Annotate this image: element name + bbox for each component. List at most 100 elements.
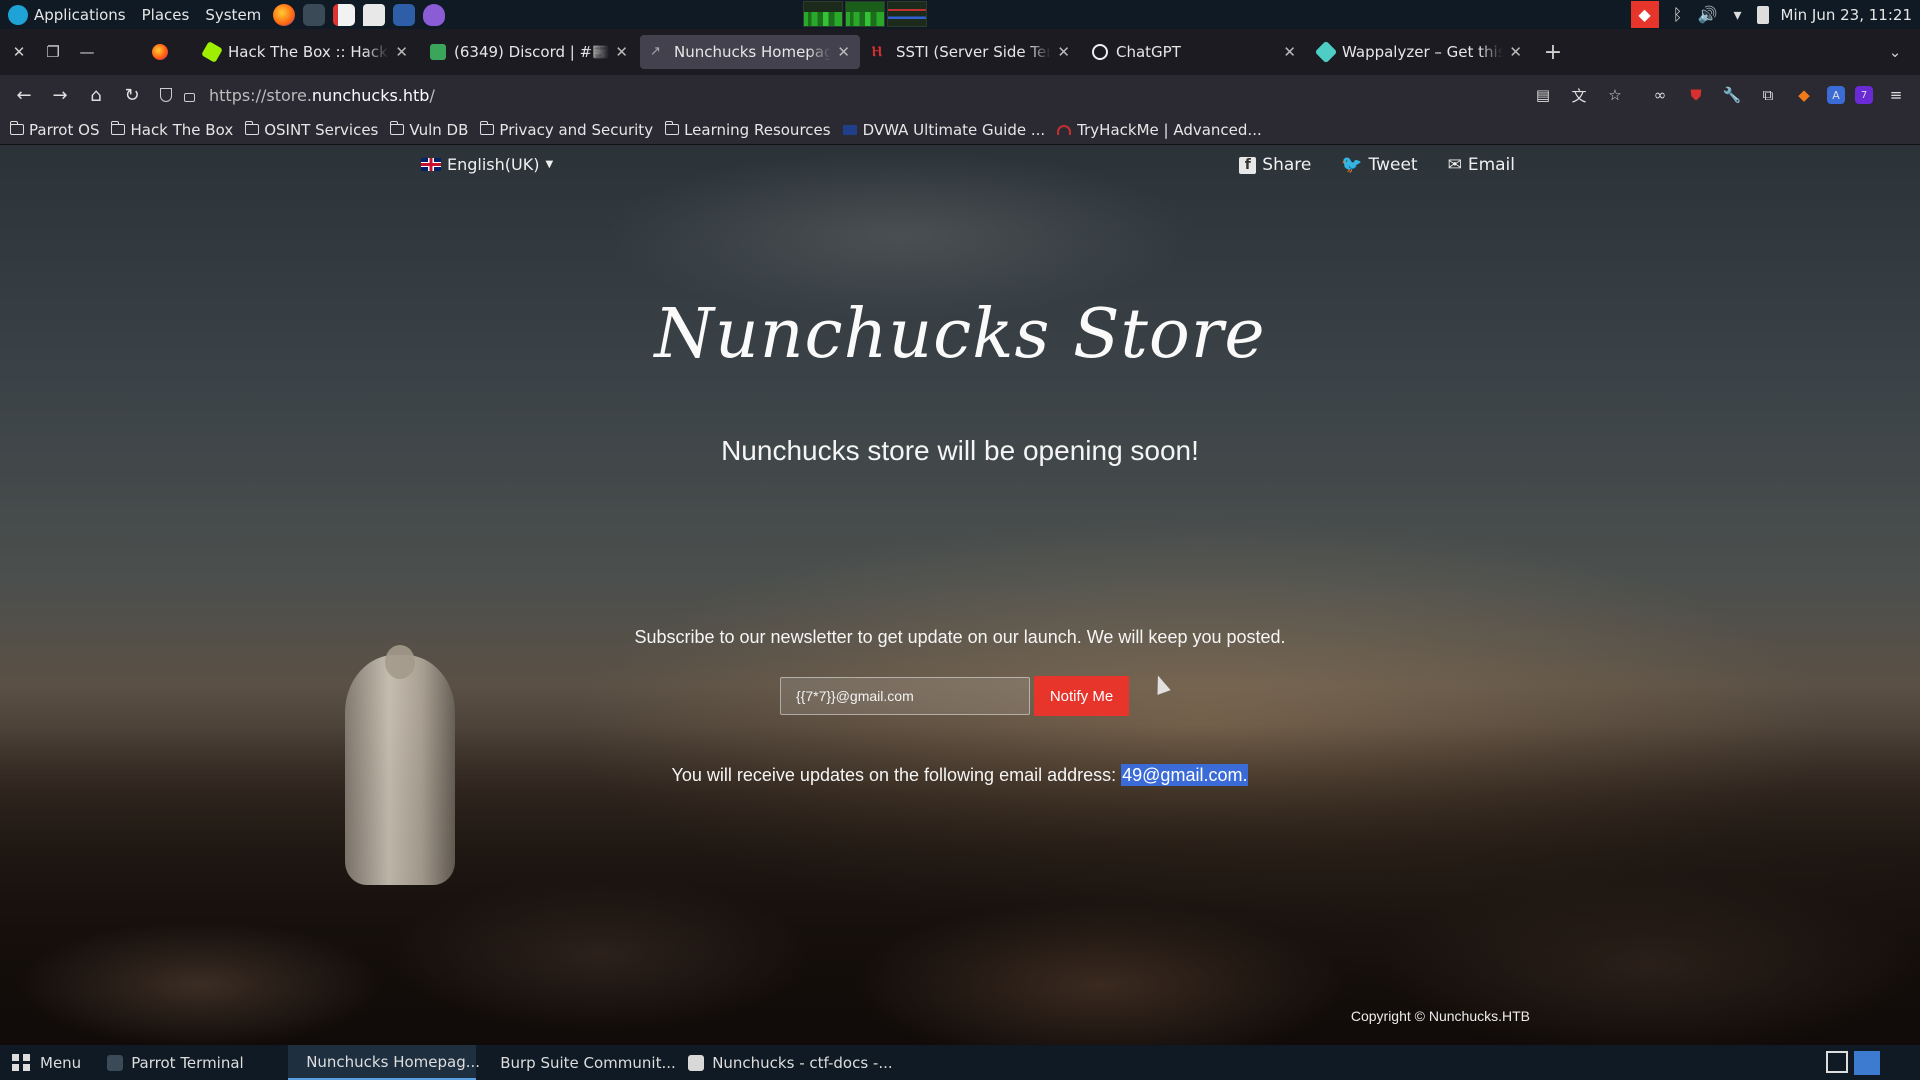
- system-menu[interactable]: System: [197, 0, 269, 29]
- wappalyzer-icon: [1314, 40, 1338, 64]
- close-tab-icon[interactable]: ✕: [395, 43, 408, 61]
- menu-label: Menu: [40, 1053, 82, 1072]
- start-menu-button[interactable]: Menu: [0, 1045, 91, 1080]
- document-window-icon: [688, 1054, 705, 1071]
- firefox-view-icon[interactable]: [152, 44, 168, 60]
- task-label: Parrot Terminal: [131, 1053, 244, 1072]
- taskbar-item-terminal[interactable]: Parrot Terminal: [97, 1045, 282, 1080]
- language-selector[interactable]: English(UK) ▼: [421, 155, 553, 174]
- terminal-icon[interactable]: [303, 3, 326, 26]
- bookmark-label: TryHackMe | Advanced...: [1077, 120, 1262, 139]
- notes-icon[interactable]: [333, 3, 356, 26]
- network-alert-icon[interactable]: ◆: [1630, 1, 1659, 28]
- foxyproxy-icon[interactable]: ◆: [1791, 82, 1817, 108]
- taskbar-item-ctf-docs[interactable]: Nunchucks - ctf-docs -...: [678, 1045, 902, 1080]
- wappalyzer-ext-icon[interactable]: 7: [1855, 86, 1873, 104]
- taskbar-item-burp[interactable]: Burp Suite Communit...: [482, 1045, 676, 1080]
- clock[interactable]: Min Jun 23, 11:21: [1773, 0, 1920, 29]
- share-button[interactable]: f Share: [1239, 155, 1311, 175]
- close-tab-icon[interactable]: ✕: [1057, 43, 1070, 61]
- app-icon[interactable]: [423, 3, 446, 26]
- extension-icon[interactable]: ⧉: [1755, 82, 1781, 108]
- bluetooth-icon[interactable]: ᛒ: [1667, 4, 1689, 26]
- tab-wappalyzer[interactable]: Wappalyzer – Get this Ext ✕: [1308, 35, 1532, 69]
- translate-icon[interactable]: 文: [1566, 82, 1592, 108]
- back-icon[interactable]: ←: [6, 79, 42, 111]
- tracking-shield-icon[interactable]: [160, 88, 172, 102]
- new-tab-icon[interactable]: +: [1538, 37, 1568, 67]
- places-menu[interactable]: Places: [134, 0, 198, 29]
- close-tab-icon[interactable]: ✕: [1283, 43, 1296, 61]
- site-title: Nunchucks Store: [654, 295, 1266, 374]
- wifi-icon[interactable]: ▾: [1727, 4, 1749, 26]
- bookmark-folder[interactable]: Parrot OS: [9, 121, 99, 139]
- url-bar[interactable]: https://store.nunchucks.htb/: [160, 79, 1530, 111]
- close-tab-icon[interactable]: ✕: [1509, 43, 1522, 61]
- bookmark-folder[interactable]: Learning Resources: [664, 121, 831, 139]
- memory-graph: [845, 1, 885, 27]
- folder-icon: [244, 121, 260, 135]
- hacktricks-icon: Ⲏ: [872, 44, 882, 60]
- url-host: nunchucks.htb: [311, 85, 430, 105]
- vscode-icon[interactable]: [393, 3, 416, 26]
- translator-icon[interactable]: A: [1827, 86, 1845, 104]
- tryhackme-icon: [1057, 124, 1072, 135]
- notify-me-button[interactable]: Notify Me: [1034, 676, 1129, 716]
- tweet-label: Tweet: [1368, 155, 1418, 175]
- minimize-window-icon[interactable]: —: [72, 37, 102, 67]
- task-label: Nunchucks Homepag...: [306, 1052, 481, 1071]
- battery-icon[interactable]: [1756, 5, 1769, 24]
- close-window-icon[interactable]: ✕: [4, 37, 34, 67]
- bookmarks-toolbar: Parrot OS Hack The Box OSINT Services Vu…: [0, 115, 1920, 145]
- tab-strip: ✕ ❐ — Hack The Box :: Hack The ✕ (6349) …: [0, 29, 1920, 75]
- tab-discord[interactable]: (6349) Discord | #📰 | low ✕: [420, 35, 638, 69]
- email-share-button[interactable]: ✉ Email: [1448, 155, 1515, 175]
- chat-icon[interactable]: [363, 3, 386, 26]
- wrench-icon[interactable]: 🔧: [1719, 82, 1745, 108]
- url-text: https://store.nunchucks.htb/: [209, 86, 435, 105]
- share-label: Share: [1262, 155, 1312, 175]
- bookmark-link[interactable]: DVWA Ultimate Guide ...: [842, 121, 1045, 139]
- opening-soon-heading: Nunchucks store will be opening soon!: [721, 435, 1199, 466]
- reader-view-icon[interactable]: ▤: [1530, 82, 1556, 108]
- workspace-active-icon[interactable]: [1854, 1051, 1880, 1075]
- tweet-button[interactable]: 🐦 Tweet: [1341, 155, 1417, 175]
- close-tab-icon[interactable]: ✕: [615, 43, 628, 61]
- applications-menu[interactable]: Applications: [0, 0, 134, 29]
- tab-title: (6349) Discord | #📰 | low: [454, 43, 610, 61]
- bookmark-folder[interactable]: Hack The Box: [110, 121, 233, 139]
- bookmark-link[interactable]: TryHackMe | Advanced...: [1057, 121, 1262, 139]
- caret-down-icon: ▼: [545, 159, 554, 170]
- bookmark-folder[interactable]: Privacy and Security: [479, 121, 653, 139]
- email-input[interactable]: [780, 677, 1030, 715]
- taskbar-item-firefox[interactable]: Nunchucks Homepag...: [288, 1045, 480, 1080]
- private-mask-icon[interactable]: ∞: [1647, 82, 1673, 108]
- tab-title: Hack The Box :: Hack The: [228, 43, 389, 61]
- restore-window-icon[interactable]: ❐: [38, 37, 68, 67]
- forward-icon[interactable]: →: [42, 79, 78, 111]
- result-email-highlighted: 49@gmail.com.: [1121, 764, 1249, 786]
- menu-hamburger-icon[interactable]: ≡: [1883, 82, 1909, 108]
- tab-ssti[interactable]: Ⲏ SSTI (Server Side Templat ✕: [862, 35, 1080, 69]
- tab-nunchucks-homepage[interactable]: ↗ Nunchucks Homepage ✕: [640, 35, 860, 69]
- home-icon[interactable]: ⌂: [78, 79, 114, 111]
- workspace-icon[interactable]: [1826, 1051, 1848, 1073]
- folder-icon: [389, 121, 405, 135]
- list-tabs-icon[interactable]: ⌄: [1880, 37, 1910, 67]
- bookmark-folder[interactable]: Vuln DB: [389, 121, 468, 139]
- reload-icon[interactable]: ↻: [114, 79, 150, 111]
- firefox-icon[interactable]: [273, 3, 296, 26]
- lock-icon[interactable]: [184, 92, 195, 102]
- places-label: Places: [141, 5, 190, 24]
- close-tab-icon[interactable]: ✕: [837, 43, 850, 61]
- ublock-icon[interactable]: ⛊: [1683, 82, 1709, 108]
- bookmark-folder[interactable]: OSINT Services: [244, 121, 378, 139]
- htb-icon: [201, 41, 223, 63]
- tab-title: SSTI (Server Side Templat: [896, 43, 1051, 61]
- tab-hack-the-box[interactable]: Hack The Box :: Hack The ✕: [194, 35, 418, 69]
- tab-chatgpt[interactable]: ChatGPT ✕: [1082, 35, 1306, 69]
- volume-icon[interactable]: 🔊: [1697, 4, 1719, 26]
- bookmark-star-icon[interactable]: ☆: [1602, 82, 1628, 108]
- task-label: Burp Suite Communit...: [500, 1053, 676, 1072]
- subscription-result: You will receive updates on the followin…: [0, 764, 1920, 786]
